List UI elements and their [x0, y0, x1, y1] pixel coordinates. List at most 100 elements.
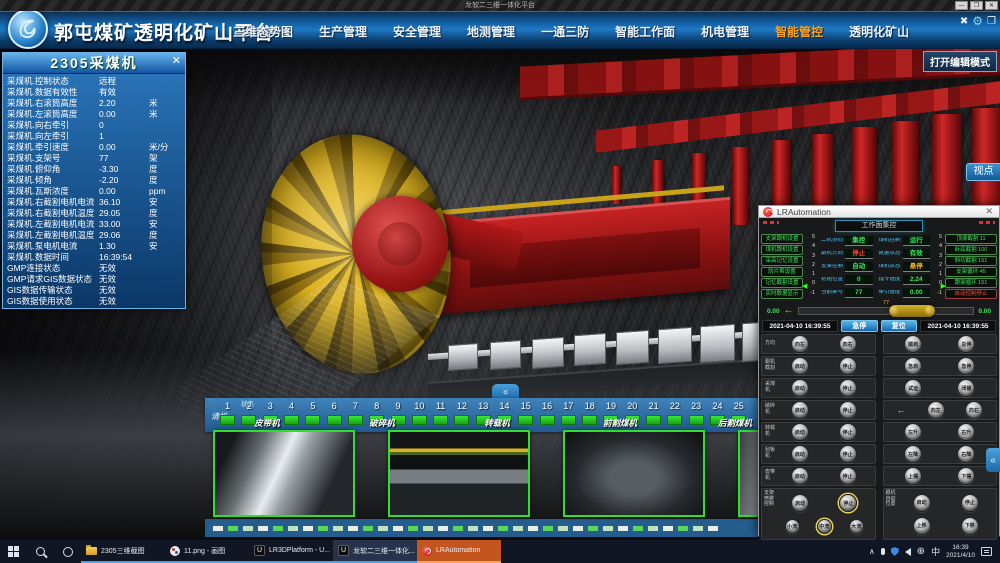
round-button-向右[interactable]: 向右 [965, 401, 983, 419]
right-collapse-tab[interactable]: « [986, 448, 1000, 472]
ime-indicator[interactable]: 中 [931, 545, 940, 558]
round-button-启动[interactable]: 启动 [913, 494, 931, 512]
viewpoint-tab[interactable]: 视点 [966, 163, 1000, 181]
nav-item-2[interactable]: 安全管理 [393, 23, 441, 40]
estop-button[interactable]: 急停 [841, 320, 878, 332]
camera-thumbnail-1[interactable] [213, 430, 355, 517]
lr-preset-left-1[interactable]: 煤机跟机设置 [761, 245, 803, 255]
notification-center-icon[interactable] [981, 547, 992, 556]
lr-preset-right-4[interactable]: 跟架循环 151 [945, 278, 997, 288]
camera-thumbnail-3[interactable] [563, 430, 705, 517]
start-button[interactable] [0, 540, 27, 563]
round-button-急停[interactable]: 急停 [957, 357, 975, 375]
round-button-停止[interactable]: 停止 [961, 494, 979, 512]
speaker-icon[interactable] [905, 548, 911, 556]
round-button-启动[interactable]: 启动 [791, 445, 809, 463]
lr-preset-left-5[interactable]: 实时数据显示 [761, 289, 803, 299]
slider-track[interactable]: 77 [798, 307, 975, 315]
round-button-小流[interactable]: 小流 [785, 519, 800, 534]
round-button-右降[interactable]: 右降 [957, 445, 975, 463]
row-value: 29.06 [99, 230, 149, 241]
taskbar-clock[interactable]: 16:39 2021/4/10 [946, 544, 975, 560]
nav-item-3[interactable]: 地测管理 [467, 23, 515, 40]
nav-item-6[interactable]: 机电管理 [701, 23, 749, 40]
machine-data-row: GIS数据传输状态无效 [3, 285, 185, 296]
round-button-上摆[interactable]: 上摆 [904, 467, 922, 485]
round-button-中流[interactable]: 中流 [817, 519, 832, 534]
machine-panel-close-icon[interactable]: ✕ [172, 56, 181, 67]
window-maximize-button[interactable]: ❐ [970, 1, 983, 10]
taskbar-item-4[interactable]: LRAutomation [417, 540, 501, 563]
round-button-启动[interactable]: 启动 [791, 423, 809, 441]
lr-preset-left-4[interactable]: 记忆截割设置 [761, 278, 803, 288]
lr-preset-left-3[interactable]: 防片帮设置 [761, 267, 803, 277]
round-button-左降[interactable]: 左降 [904, 445, 922, 463]
lr-preset-right-1[interactable]: 卧底截割 100 [945, 245, 997, 255]
round-button-停止[interactable]: 停止 [839, 379, 857, 397]
round-button-闭锁[interactable]: 闭锁 [957, 379, 975, 397]
round-button-总停[interactable]: 总停 [957, 335, 975, 353]
round-button-停止[interactable]: 停止 [839, 494, 857, 512]
window-minimize-button[interactable]: — [955, 1, 968, 10]
wrench-icon[interactable]: ✖ [960, 16, 968, 27]
scale-value: 2 [805, 263, 815, 269]
round-button-向右[interactable]: 向右 [839, 335, 857, 353]
round-button-左升[interactable]: 左升 [904, 423, 922, 441]
tick-mark [213, 526, 223, 531]
lr-control-col-left: 方向向左向右跟机截割启动停止采煤机启动停止破碎机启动停止转载机启动停止刮板机启动… [761, 334, 876, 486]
round-button-下摆[interactable]: 下摆 [957, 467, 975, 485]
hidden-icons-chevron-icon[interactable]: ∧ [869, 547, 875, 556]
nav-item-1[interactable]: 生产管理 [319, 23, 367, 40]
round-button-下移[interactable]: 下移 [961, 517, 979, 535]
window-close-button[interactable]: ✕ [985, 1, 998, 10]
taskbar-item-2[interactable]: ULR3DPlatform - U... [249, 540, 333, 563]
round-button-试运[interactable]: 试运 [904, 379, 922, 397]
support-number: 13 [473, 400, 494, 412]
round-button-停止[interactable]: 停止 [839, 357, 857, 375]
lr-preset-right-5[interactable]: 自动控制停止 [945, 289, 997, 299]
nav-item-7[interactable]: 智能管控 [775, 23, 823, 40]
reset-button[interactable]: 复位 [881, 320, 918, 332]
network-globe-icon[interactable]: ⊕ [917, 547, 925, 557]
taskbar-item-3[interactable]: U龙软二三维一体化... [333, 540, 417, 563]
round-button-向左[interactable]: 向左 [927, 401, 945, 419]
round-button-启动[interactable]: 启动 [791, 494, 809, 512]
round-button-启动[interactable]: 启动 [791, 379, 809, 397]
round-button-大流[interactable]: 大流 [849, 519, 864, 534]
edit-mode-button[interactable]: 打开编辑模式 [923, 51, 997, 72]
task-view-button[interactable] [54, 540, 81, 563]
round-button-启动[interactable]: 启动 [791, 401, 809, 419]
settings-gear-icon[interactable]: ⚙ [972, 14, 983, 28]
row-label: 采煤机.向右牵引 [7, 120, 99, 131]
lr-preset-left-0[interactable]: 支架跟机设置 [761, 234, 803, 244]
nav-item-8[interactable]: 透明化矿山 [849, 23, 909, 40]
taskbar-item-1[interactable]: 11.png - 画图 [165, 540, 249, 563]
fit-window-icon[interactable]: ❐ [987, 16, 996, 27]
camera-thumbnail-2[interactable] [388, 430, 530, 517]
nav-item-0[interactable]: 三维态势图 [233, 23, 293, 40]
lr-close-icon[interactable]: ✕ [983, 206, 995, 217]
nav-item-4[interactable]: 一通三防 [541, 23, 589, 40]
round-button-启动[interactable]: 启动 [791, 357, 809, 375]
round-button-停止[interactable]: 停止 [839, 445, 857, 463]
search-button[interactable] [27, 540, 54, 563]
round-button-停止[interactable]: 停止 [839, 467, 857, 485]
shearer-position-icon[interactable] [889, 305, 935, 317]
microphone-icon[interactable] [881, 548, 885, 555]
lr-preset-right-3[interactable]: 支架循环 45 [945, 267, 997, 277]
lr-preset-right-0[interactable]: 顶滚截割 11 [945, 234, 997, 244]
round-button-停止[interactable]: 停止 [839, 401, 857, 419]
lr-preset-right-2[interactable]: 斜切截割 151 [945, 256, 997, 266]
round-button-启动[interactable]: 启动 [791, 467, 809, 485]
nav-item-5[interactable]: 智能工作面 [615, 23, 675, 40]
taskbar-item-0[interactable]: 2305三维截图 [81, 540, 165, 563]
round-button-停止[interactable]: 停止 [839, 423, 857, 441]
round-button-急启[interactable]: 急启 [904, 357, 922, 375]
round-button-上移[interactable]: 上移 [913, 517, 931, 535]
round-button-顺启[interactable]: 顺启 [904, 335, 922, 353]
round-button-右升[interactable]: 右升 [957, 423, 975, 441]
security-shield-icon[interactable] [891, 547, 899, 556]
strip-collapse-tab[interactable]: « [492, 384, 519, 399]
lr-preset-left-2[interactable]: 采高记忆设置 [761, 256, 803, 266]
round-button-向左[interactable]: 向左 [791, 335, 809, 353]
